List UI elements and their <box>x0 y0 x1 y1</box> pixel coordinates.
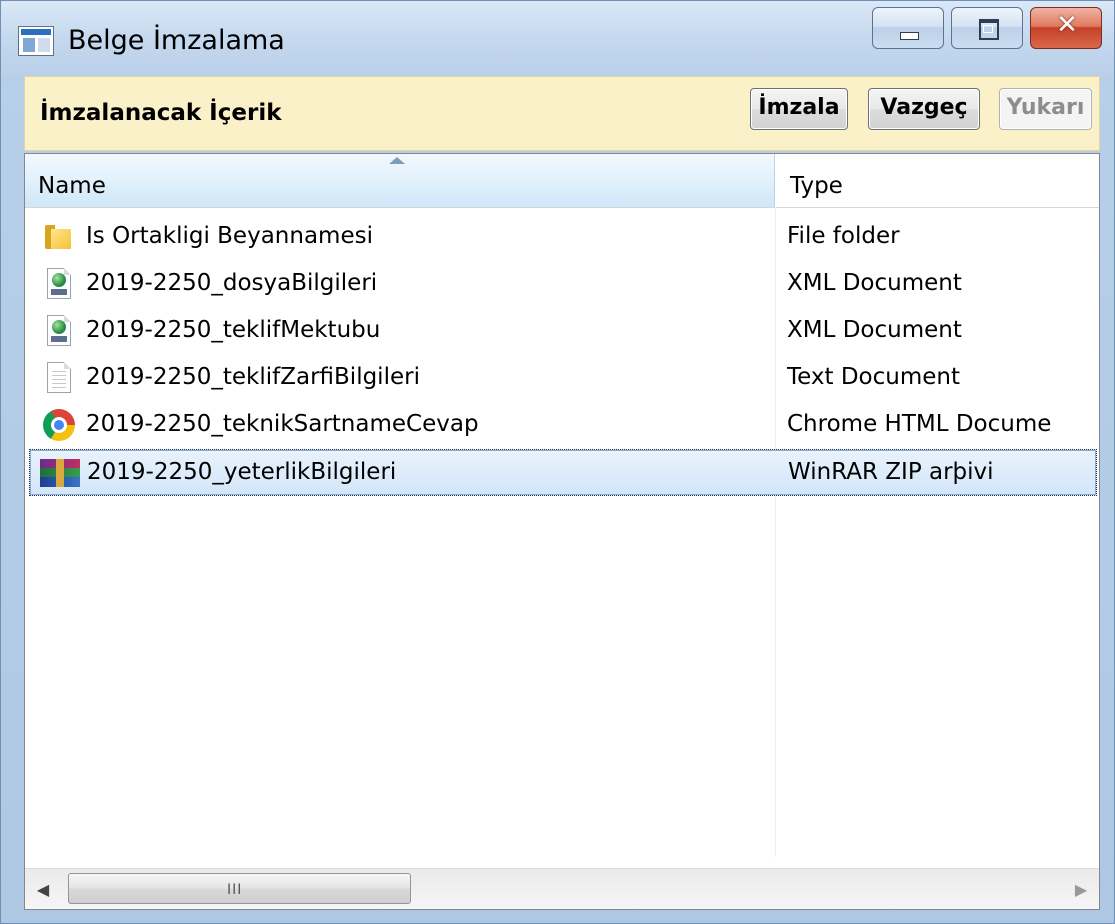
xml-document-icon <box>43 268 75 300</box>
column-header-label: Type <box>790 173 843 199</box>
item-type: Text Document <box>787 364 960 390</box>
close-button[interactable]: ✕ <box>1030 7 1102 49</box>
column-header-label: Name <box>38 173 106 199</box>
item-name: 2019-2250_yeterlikBilgileri <box>87 459 397 485</box>
chrome-icon <box>43 409 75 441</box>
item-type: XML Document <box>787 270 962 296</box>
maximize-button[interactable] <box>951 7 1023 49</box>
toolbar: İmzalanacak İçerik İmzala Vazgeç Yukarı <box>24 76 1100 151</box>
item-type: File folder <box>787 223 900 249</box>
close-icon: ✕ <box>1056 10 1078 40</box>
toolbar-title: İmzalanacak İçerik <box>40 100 282 126</box>
grip-icon: III <box>227 882 243 898</box>
list-item[interactable]: Is Ortakligi Beyannamesi File folder <box>29 214 1097 261</box>
text-document-icon <box>43 362 75 394</box>
dialog-window: Belge İmzalama ✕ İmzalanacak İçerik İmza… <box>0 0 1115 924</box>
item-name: Is Ortakligi Beyannamesi <box>86 223 373 249</box>
item-type: WinRAR ZIP arþivi <box>788 459 994 485</box>
scroll-right-arrow-icon[interactable]: ▶ <box>1063 869 1099 909</box>
app-icon[interactable] <box>18 26 54 56</box>
winrar-archive-icon <box>40 457 80 489</box>
list-item[interactable]: 2019-2250_dosyaBilgileri XML Document <box>29 261 1097 308</box>
window-controls: ✕ <box>865 7 1102 49</box>
window-title: Belge İmzalama <box>68 25 285 56</box>
maximize-icon <box>979 19 999 40</box>
sort-ascending-icon <box>389 157 405 164</box>
list-item[interactable]: 2019-2250_teklifZarfiBilgileri Text Docu… <box>29 355 1097 402</box>
column-header-type[interactable]: Type <box>776 154 1099 207</box>
minimize-button[interactable] <box>872 7 944 49</box>
scrollbar-thumb[interactable]: III <box>68 873 411 904</box>
list-item[interactable]: 2019-2250_teklifMektubu XML Document <box>29 308 1097 355</box>
item-name: 2019-2250_dosyaBilgileri <box>86 270 378 296</box>
xml-document-icon <box>43 315 75 347</box>
sign-button[interactable]: İmzala <box>750 88 848 130</box>
item-name: 2019-2250_teknikSartnameCevap <box>86 411 479 437</box>
item-name: 2019-2250_teklifMektubu <box>86 317 381 343</box>
list-header: Name Type <box>25 154 1099 208</box>
cancel-button[interactable]: Vazgeç <box>868 88 980 130</box>
horizontal-scrollbar[interactable]: ◀ III ▶ <box>25 868 1099 909</box>
list-rows: Is Ortakligi Beyannamesi File folder 201… <box>25 214 1099 496</box>
title-bar[interactable]: Belge İmzalama ✕ <box>1 1 1114 81</box>
column-header-name[interactable]: Name <box>25 154 775 207</box>
item-name: 2019-2250_teklifZarfiBilgileri <box>86 364 420 390</box>
minimize-icon <box>900 32 919 40</box>
folder-icon <box>43 221 75 253</box>
item-type: XML Document <box>787 317 962 343</box>
item-type: Chrome HTML Docume <box>787 411 1052 437</box>
list-item-selected[interactable]: 2019-2250_yeterlikBilgileri WinRAR ZIP a… <box>29 449 1097 496</box>
file-list[interactable]: Name Type Is Ortakligi Beyannamesi File … <box>24 153 1100 910</box>
scroll-left-arrow-icon[interactable]: ◀ <box>25 869 61 909</box>
up-button[interactable]: Yukarı <box>999 88 1092 130</box>
list-item[interactable]: 2019-2250_teknikSartnameCevap Chrome HTM… <box>29 402 1097 449</box>
